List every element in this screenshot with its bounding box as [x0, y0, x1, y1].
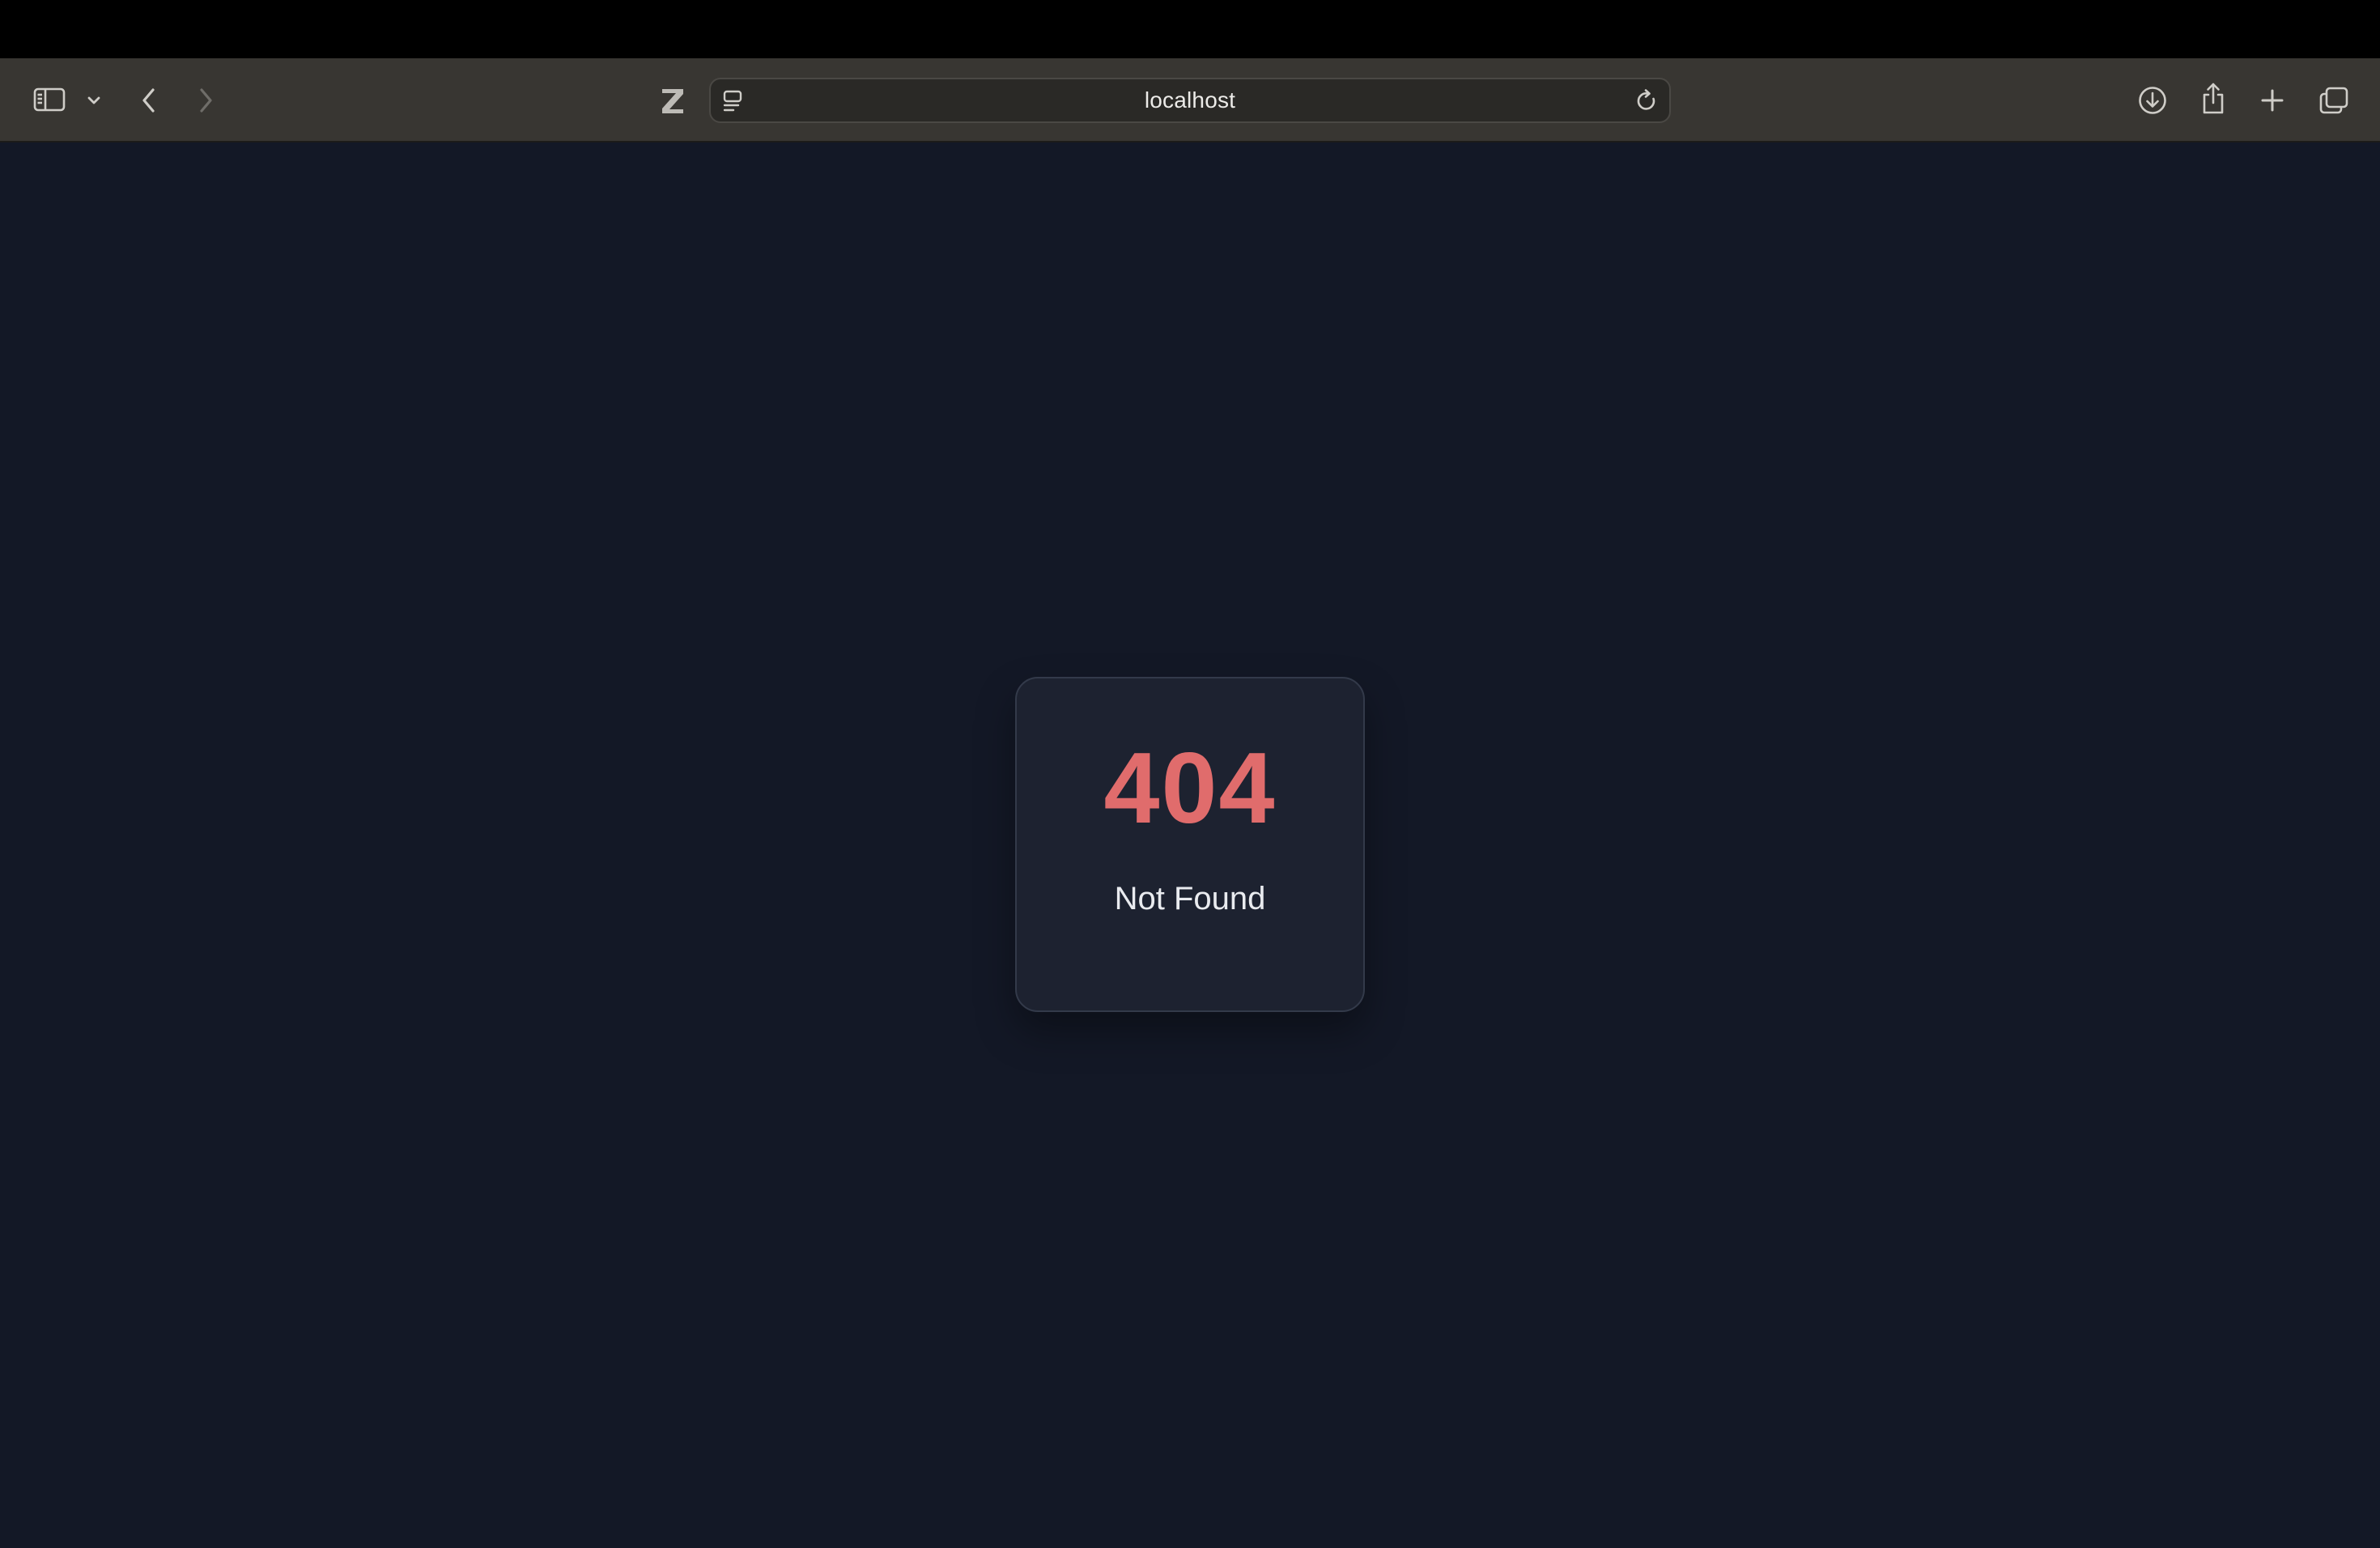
error-code: 404 — [1103, 733, 1277, 844]
url-text[interactable]: localhost — [711, 79, 1669, 121]
sidebar-menu-button[interactable] — [84, 91, 104, 110]
share-icon — [2199, 82, 2227, 116]
downloads-button[interactable] — [2134, 81, 2171, 120]
browser-toolbar: localhost — [0, 58, 2380, 142]
extension-button[interactable] — [654, 83, 691, 120]
chevron-right-icon — [198, 87, 214, 113]
address-bar[interactable]: localhost — [709, 78, 1671, 123]
zotero-z-icon — [660, 87, 686, 115]
forward-button[interactable] — [191, 83, 220, 118]
back-button[interactable] — [134, 83, 164, 118]
tabs-icon — [2318, 86, 2349, 115]
chevron-left-icon — [141, 87, 157, 113]
plus-icon — [2260, 88, 2284, 113]
share-button[interactable] — [2195, 78, 2231, 120]
menu-bar — [0, 0, 2380, 58]
screen: localhost 404 Not Found — [0, 0, 2380, 1548]
sidebar-icon — [33, 87, 66, 113]
sidebar-toggle-button[interactable] — [29, 81, 70, 118]
tab-overview-button[interactable] — [2315, 83, 2352, 118]
reload-icon[interactable] — [1634, 88, 1660, 118]
new-tab-button[interactable] — [2255, 83, 2289, 118]
page-content: 404 Not Found — [0, 142, 2380, 1548]
chevron-down-icon — [87, 96, 101, 105]
error-card: 404 Not Found — [1015, 677, 1365, 1012]
download-icon — [2137, 85, 2168, 116]
error-message: Not Found — [1114, 881, 1266, 916]
